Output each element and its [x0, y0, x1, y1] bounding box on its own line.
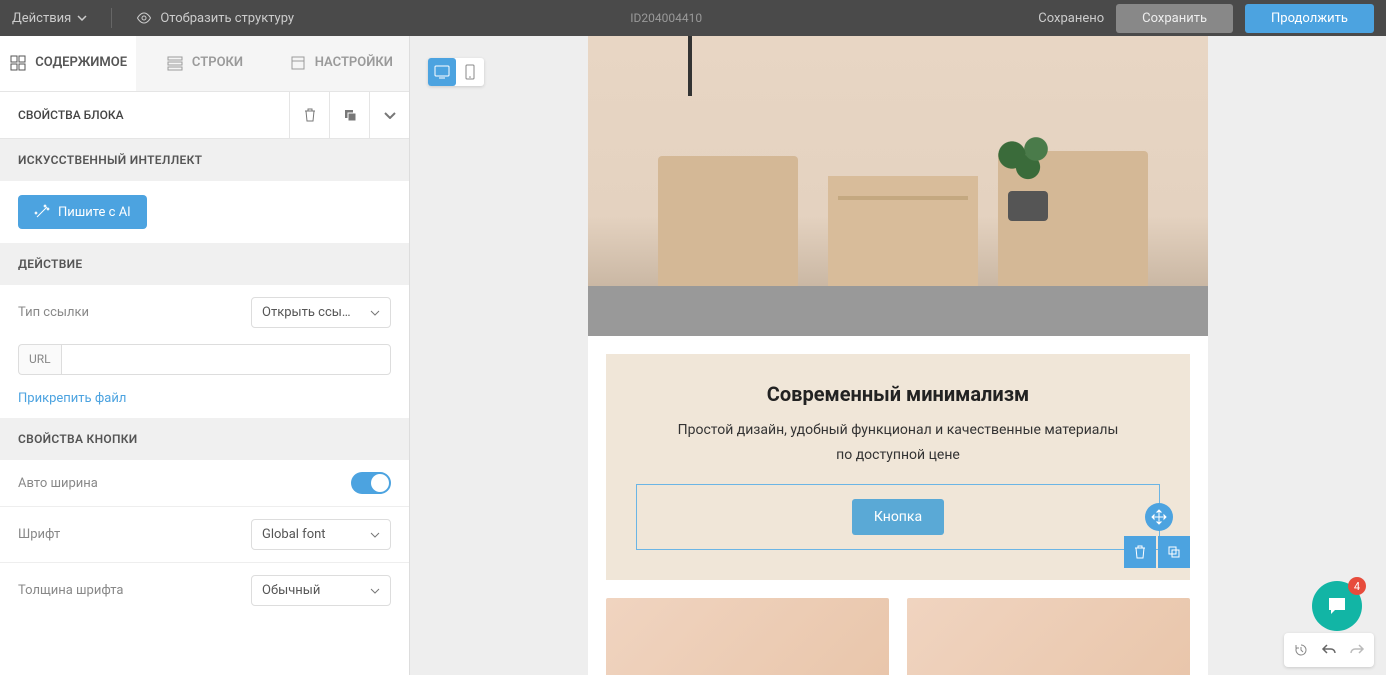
block-action-toolbar: [1124, 536, 1190, 568]
chevron-down-icon: [77, 15, 87, 21]
history-toolbar: [1284, 633, 1374, 667]
grid-icon: [9, 54, 27, 72]
save-button[interactable]: Сохранить: [1116, 4, 1233, 33]
top-toolbar: Действия Отобразить структуру ID20400441…: [0, 0, 1386, 36]
font-label: Шрифт: [18, 527, 60, 542]
copy-icon: [343, 108, 357, 122]
furniture-graphic: [998, 151, 1148, 301]
delete-block-button[interactable]: [289, 92, 329, 138]
button-props-header: СВОЙСТВА КНОПКИ: [0, 418, 409, 460]
history-button[interactable]: [1288, 637, 1314, 663]
ai-section-header: ИСКУССТВЕННЫЙ ИНТЕЛЛЕКТ: [0, 139, 409, 181]
magic-wand-icon: [34, 204, 50, 220]
trash-icon: [303, 108, 317, 122]
email-preview: Современный минимализм Простой дизайн, у…: [588, 36, 1208, 675]
link-type-value: Открыть ссы…: [262, 305, 351, 320]
settings-icon: [289, 54, 307, 72]
content-title: Современный минимализм: [636, 382, 1160, 406]
gallery-image[interactable]: [606, 598, 889, 675]
gallery-image[interactable]: [907, 598, 1190, 675]
chat-support-button[interactable]: 4: [1312, 581, 1362, 631]
block-properties-header: СВОЙСТВА БЛОКА: [0, 92, 409, 139]
content-block[interactable]: Современный минимализм Простой дизайн, у…: [606, 354, 1190, 580]
copy-icon: [1167, 545, 1181, 559]
expand-block-button[interactable]: [369, 92, 409, 138]
history-icon: [1293, 642, 1309, 658]
hero-image[interactable]: [588, 36, 1208, 336]
tab-rows[interactable]: СТРОКИ: [136, 36, 272, 91]
write-ai-label: Пишите с AI: [58, 205, 131, 220]
trash-icon: [1133, 545, 1147, 559]
chat-badge: 4: [1348, 577, 1366, 595]
device-preview-toggle: [428, 58, 484, 86]
mobile-preview-button[interactable]: [456, 58, 484, 86]
move-handle[interactable]: [1145, 503, 1173, 531]
move-icon: [1151, 509, 1167, 525]
duplicate-block-button[interactable]: [329, 92, 369, 138]
chevron-down-icon: [370, 588, 380, 594]
image-gallery: [606, 598, 1190, 675]
block-props-label: СВОЙСТВА БЛОКА: [0, 94, 142, 136]
auto-width-label: Авто ширина: [18, 476, 98, 491]
chevron-down-icon: [370, 310, 380, 316]
sidebar-tabs: СОДЕРЖИМОЕ СТРОКИ НАСТРОЙКИ: [0, 36, 409, 92]
undo-icon: [1321, 642, 1337, 658]
undo-button[interactable]: [1316, 637, 1342, 663]
tab-settings-label: НАСТРОЙКИ: [315, 55, 393, 70]
email-cta-button[interactable]: Кнопка: [852, 499, 944, 535]
chevron-down-icon: [383, 111, 397, 119]
eye-icon: [136, 12, 152, 24]
divider: [111, 8, 112, 28]
action-section-header: ДЕЙСТВИЕ: [0, 243, 409, 285]
font-select[interactable]: Global font: [251, 519, 391, 550]
rows-icon: [166, 54, 184, 72]
saved-status: Сохранено: [1038, 11, 1104, 26]
link-type-select[interactable]: Открыть ссы…: [251, 297, 391, 328]
actions-menu[interactable]: Действия: [12, 11, 87, 26]
properties-sidebar: СОДЕРЖИМОЕ СТРОКИ НАСТРОЙКИ СВОЙСТВА БЛО…: [0, 36, 410, 675]
editor-canvas: Современный минимализм Простой дизайн, у…: [410, 36, 1386, 675]
tab-content-label: СОДЕРЖИМОЕ: [35, 55, 127, 70]
link-type-label: Тип ссылки: [18, 305, 89, 320]
continue-button[interactable]: Продолжить: [1245, 4, 1374, 33]
attach-file-link[interactable]: Прикрепить файл: [0, 379, 409, 418]
url-prefix-label: URL: [18, 344, 61, 375]
font-weight-label: Толщина шрифта: [18, 583, 123, 598]
plant-graphic: [988, 131, 1068, 221]
content-subtitle-1: Простой дизайн, удобный функционал и кач…: [636, 420, 1160, 441]
tab-settings[interactable]: НАСТРОЙКИ: [273, 36, 409, 91]
actions-label: Действия: [12, 11, 71, 26]
font-weight-select[interactable]: Обычный: [251, 575, 391, 606]
chat-icon: [1325, 594, 1349, 618]
chevron-down-icon: [370, 532, 380, 538]
write-with-ai-button[interactable]: Пишите с AI: [18, 195, 147, 229]
show-structure-button[interactable]: Отобразить структуру: [136, 11, 294, 26]
tab-content[interactable]: СОДЕРЖИМОЕ: [0, 36, 136, 91]
url-input[interactable]: [61, 344, 391, 375]
content-subtitle-2: по доступной цене: [636, 445, 1160, 466]
font-weight-value: Обычный: [262, 583, 320, 598]
tab-rows-label: СТРОКИ: [192, 55, 243, 70]
mobile-icon: [465, 64, 475, 80]
redo-icon: [1349, 642, 1365, 658]
furniture-graphic: [658, 156, 798, 296]
font-value: Global font: [262, 527, 326, 542]
delete-element-button[interactable]: [1124, 536, 1156, 568]
lamp-graphic: [688, 36, 692, 96]
redo-button[interactable]: [1344, 637, 1370, 663]
rug-graphic: [588, 286, 1208, 336]
document-id: ID204004410: [294, 11, 1038, 25]
desktop-preview-button[interactable]: [428, 58, 456, 86]
desktop-icon: [434, 65, 450, 79]
show-structure-label: Отобразить структуру: [160, 11, 294, 26]
selected-button-block[interactable]: Кнопка: [636, 484, 1160, 550]
duplicate-element-button[interactable]: [1158, 536, 1190, 568]
auto-width-toggle[interactable]: [351, 472, 391, 494]
